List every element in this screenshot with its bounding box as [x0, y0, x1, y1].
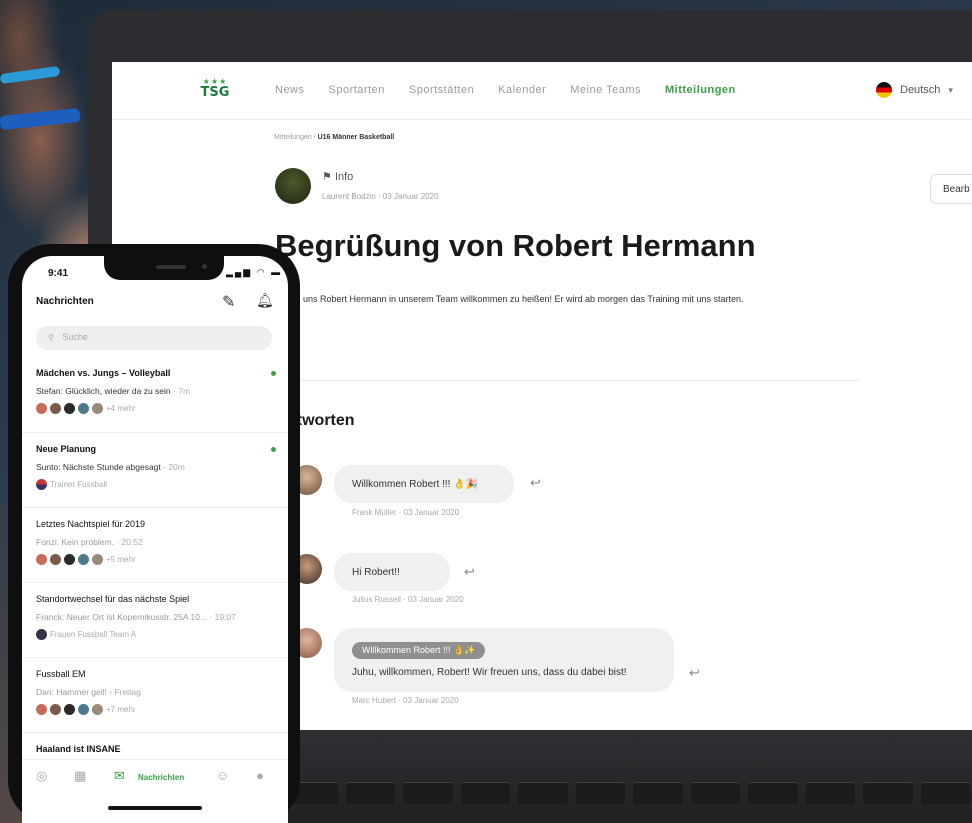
language-label: Deutsch: [900, 84, 941, 96]
chevron-down-icon: ▾: [948, 84, 953, 95]
reply-bubble: Willkommen Robert !!! 👌🎉: [334, 465, 514, 503]
divider: [22, 657, 288, 658]
globe-icon[interactable]: ◎: [36, 768, 47, 784]
list-item[interactable]: Haaland ist INSANE: [36, 744, 276, 754]
nav-news[interactable]: News: [275, 84, 305, 96]
participants: +5 mehr: [36, 554, 276, 565]
nav-kalender[interactable]: Kalender: [498, 84, 546, 96]
breadcrumb-parent[interactable]: Mitteilungen /: [274, 134, 316, 141]
unread-dot: [271, 447, 276, 452]
edit-button[interactable]: Bearb: [930, 174, 972, 204]
list-item[interactable]: Mädchen vs. Jungs – Volleyball Stefan: G…: [36, 368, 276, 414]
language-selector[interactable]: Deutsch ▾: [876, 82, 953, 98]
reply-icon[interactable]: ↩: [464, 564, 475, 580]
participants: +4 mehr: [36, 403, 276, 414]
bell-icon[interactable]: 🔔︎: [256, 292, 274, 309]
search-input[interactable]: ⚲ Suche: [36, 326, 272, 350]
reply-icon[interactable]: ↩: [530, 475, 541, 491]
post-tag: ⚑ Info: [322, 170, 353, 183]
search-placeholder: Suche: [62, 332, 88, 342]
home-indicator: [108, 806, 202, 810]
german-flag-icon: [876, 82, 892, 98]
tab-nachrichten[interactable]: Nachrichten: [138, 773, 184, 782]
phone-notch: [104, 256, 224, 280]
reply-meta: Julius Russell · 03 Januar 2020: [352, 595, 464, 604]
breadcrumb-current: U16 Männer Basketball: [317, 134, 395, 141]
list-item[interactable]: Fussball EM Dan: Hammer geil! · Freitag …: [36, 669, 276, 715]
quoted-message[interactable]: Willkommen Robert !!! 👌✨: [352, 642, 486, 659]
list-item[interactable]: Neue Planung Sunto: Nächste Stunde abges…: [36, 444, 276, 490]
reply-bubble: Willkommen Robert !!! 👌✨ Juhu, willkomme…: [334, 628, 674, 692]
top-nav: ★★★ TSG News Sportarten Sportstätten Kal…: [112, 62, 972, 120]
divider: [22, 432, 288, 433]
contacts-icon[interactable]: ☺: [216, 768, 229, 783]
divider: [22, 507, 288, 508]
messages-icon[interactable]: ✉: [114, 768, 125, 784]
post-meta: Laurent Bodzin · 03 Januar 2020: [322, 192, 439, 201]
tsg-logo[interactable]: ★★★ TSG: [200, 78, 230, 108]
search-icon: ⚲: [48, 333, 54, 342]
status-time: 9:41: [48, 268, 69, 279]
tab-bar: ◎ ▦ ✉ Nachrichten ☺ ●: [22, 759, 288, 795]
divider: [22, 582, 288, 583]
nav-sportstaetten[interactable]: Sportstätten: [409, 84, 474, 96]
profile-avatar[interactable]: ●: [256, 768, 264, 783]
reply-meta: Frank Müller · 03 Januar 2020: [352, 508, 460, 517]
post-body: freuen uns Robert Hermann in unserem Tea…: [275, 294, 744, 304]
list-item[interactable]: Standortwechsel für das nächste Spiel Fr…: [36, 594, 276, 640]
reply-text: Juhu, willkommen, Robert! Wir freuen uns…: [352, 667, 627, 678]
compose-icon[interactable]: ✎: [222, 292, 235, 312]
participants: +7 mehr: [36, 704, 276, 715]
nav-links: News Sportarten Sportstätten Kalender Me…: [275, 84, 736, 96]
unread-dot: [271, 371, 276, 376]
reply-icon[interactable]: ↩: [689, 665, 700, 681]
flag-icon: ⚑: [322, 171, 332, 183]
nav-sportarten[interactable]: Sportarten: [329, 84, 385, 96]
author-avatar[interactable]: [275, 168, 311, 204]
calendar-icon[interactable]: ▦: [74, 768, 86, 784]
post-tag-label: Info: [334, 171, 354, 183]
key-row: [288, 782, 970, 804]
reply-meta: Marc Hubert · 03 Januar 2020: [352, 696, 459, 705]
divider: [22, 732, 288, 733]
page-title: Nachrichten: [36, 296, 94, 307]
group-label: Trainer Fussball: [36, 479, 276, 490]
nav-meine-teams[interactable]: Meine Teams: [570, 84, 641, 96]
list-item[interactable]: Letztes Nachtspiel für 2019 Fonzi: Kein …: [36, 519, 276, 565]
post-title: Begrüßung von Robert Hermann: [275, 228, 756, 263]
status-icons: ▂▄▆ ◠ ▬: [226, 267, 283, 277]
breadcrumb: Mitteilungen / U16 Männer Basketball: [274, 134, 394, 141]
nav-mitteilungen[interactable]: Mitteilungen: [665, 84, 736, 96]
phone-screen: 9:41 ▂▄▆ ◠ ▬ Nachrichten ✎ 🔔︎ ⚲ Suche Mä…: [22, 256, 288, 823]
reply-bubble: Hi Robert!!: [334, 553, 450, 591]
group-label: Frauen Fussball Team A: [36, 629, 276, 640]
